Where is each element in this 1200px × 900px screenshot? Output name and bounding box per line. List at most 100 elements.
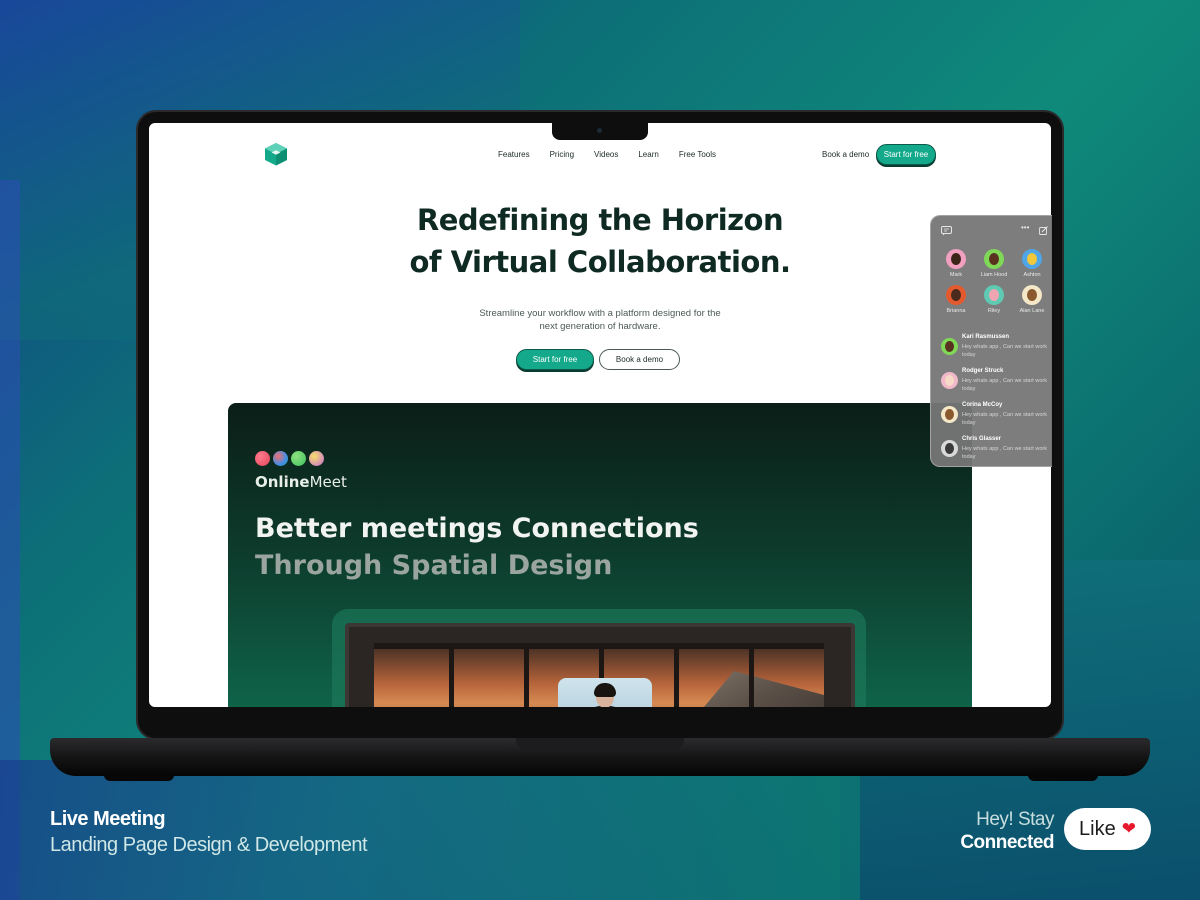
hero-subtitle: Streamline your workflow with a platform… [149, 307, 1051, 333]
chat-icon[interactable] [941, 226, 952, 238]
nav-item-features[interactable]: Features [498, 150, 530, 159]
hero-start-free-button[interactable]: Start for free [516, 349, 594, 370]
laptop-foot [1028, 775, 1098, 781]
laptop-foot [104, 775, 174, 781]
nav-item-free-tools[interactable]: Free Tools [679, 150, 716, 159]
hero-title-line1: Redefining the Horizon [416, 203, 784, 237]
like-button[interactable]: Like ❤ [1064, 808, 1151, 850]
message-preview: Hey whats app , Can we start work today [962, 411, 1047, 427]
laptop-screen: Features Pricing Videos Learn Free Tools… [149, 123, 1051, 707]
message-item[interactable]: Corina McCoy Hey whats app , Can we star… [941, 402, 1052, 436]
caption-hey: Hey! Stay [976, 809, 1054, 830]
avatar [941, 338, 958, 355]
avatar [984, 285, 1004, 305]
contact-avatar[interactable]: Liam Hood [975, 249, 1013, 278]
chat-panel: ••• Mark Liam Hood Ashton Brianna Riley … [930, 215, 1052, 467]
participant-hair [594, 683, 616, 697]
nav-item-videos[interactable]: Videos [594, 150, 618, 159]
message-preview: Hey whats app , Can we start work today [962, 377, 1047, 393]
hero-book-demo-button[interactable]: Book a demo [599, 349, 680, 370]
avatar-face [945, 375, 954, 386]
hero-title-line2: of Virtual Collaboration. [409, 245, 791, 279]
avatar-face [945, 409, 954, 420]
message-preview-line: Hey whats app , Can we start work [962, 344, 1047, 350]
contact-avatar[interactable]: Riley [975, 285, 1013, 314]
contact-avatars: Mark Liam Hood Ashton Brianna Riley Alan… [937, 249, 1051, 314]
window-mullion [449, 643, 454, 707]
message-item[interactable]: Chris Glasser Hey whats app , Can we sta… [941, 436, 1052, 466]
avatar [941, 372, 958, 389]
brand-dot [255, 451, 270, 466]
avatar-face [951, 289, 961, 301]
hero-title: Redefining the Horizon of Virtual Collab… [149, 199, 1051, 283]
avatar [1022, 285, 1042, 305]
nav-book-demo-link[interactable]: Book a demo [822, 150, 869, 159]
card-headline-line1: Better meetings Connections [255, 513, 699, 544]
contact-name: Mark [949, 272, 963, 278]
message-sender: Chris Glasser [962, 436, 1002, 442]
brand-name: OnlineMeet [255, 473, 347, 491]
contact-name: Brianna [946, 308, 966, 314]
contact-avatar[interactable]: Mark [937, 249, 975, 278]
nav-item-learn[interactable]: Learn [638, 150, 658, 159]
brand-dot [273, 451, 288, 466]
camera-notch [552, 123, 648, 140]
avatar-face [1027, 253, 1037, 265]
message-list: Kari Rasmussen Hey whats app , Can we st… [941, 334, 1052, 466]
edit-icon[interactable] [1039, 226, 1048, 237]
avatar-face [945, 443, 954, 454]
window-mullion [749, 643, 754, 707]
more-icon[interactable]: ••• [1021, 223, 1029, 232]
avatar [946, 249, 966, 269]
logo-cube-icon[interactable] [263, 141, 289, 167]
avatar [941, 440, 958, 457]
nav-start-free-button[interactable]: Start for free [876, 144, 936, 165]
message-preview-line: Hey whats app , Can we start work [962, 378, 1047, 384]
message-item[interactable]: Kari Rasmussen Hey whats app , Can we st… [941, 334, 1052, 368]
contact-name: Alan Lane [1019, 308, 1045, 314]
brand-name-bold: Online [255, 473, 310, 491]
message-item[interactable]: Rodger Struck Hey whats app , Can we sta… [941, 368, 1052, 402]
contact-name: Ashton [1023, 272, 1041, 278]
avatar-face [989, 253, 999, 265]
top-navigation: Features Pricing Videos Learn Free Tools [498, 150, 716, 159]
card-headline-line2: Through Spatial Design [255, 550, 613, 581]
window-mullion [524, 643, 529, 707]
avatar [1022, 249, 1042, 269]
like-label: Like [1079, 817, 1116, 840]
avatar-face [951, 253, 961, 265]
caption-subtitle: Landing Page Design & Development [50, 834, 368, 856]
contact-name: Riley [987, 308, 1001, 314]
avatar-face [989, 289, 999, 301]
window-mullion [674, 643, 679, 707]
laptop-hinge-groove [516, 738, 684, 750]
heart-icon: ❤ [1121, 819, 1136, 838]
brand-name-light: Meet [309, 473, 347, 491]
avatar [941, 406, 958, 423]
participant-video-tile[interactable] [558, 678, 652, 707]
message-sender: Rodger Struck [962, 368, 1004, 374]
message-sender: Corina McCoy [962, 402, 1003, 408]
feature-card: OnlineMeet Better meetings Connections T… [228, 403, 972, 707]
message-preview-line: today [962, 420, 976, 426]
brand-dot [291, 451, 306, 466]
camera-lens [597, 128, 602, 133]
caption-left: Live Meeting Landing Page Design & Devel… [50, 806, 368, 858]
message-preview-line: today [962, 454, 976, 460]
message-preview-line: Hey whats app , Can we start work [962, 446, 1047, 452]
brand-dots [255, 451, 324, 466]
hero-subtitle-text: Streamline your workflow with a platform… [479, 308, 721, 332]
avatar-face [1027, 289, 1037, 301]
contact-avatar[interactable]: Brianna [937, 285, 975, 314]
contact-avatar[interactable]: Alan Lane [1013, 285, 1051, 314]
nav-item-pricing[interactable]: Pricing [550, 150, 574, 159]
avatar [984, 249, 1004, 269]
message-preview-line: Hey whats app , Can we start work [962, 412, 1047, 418]
caption-connected: Connected [960, 832, 1054, 853]
message-preview-line: today [962, 386, 976, 392]
avatar-face [945, 341, 954, 352]
message-preview: Hey whats app , Can we start work today [962, 445, 1047, 461]
contact-avatar[interactable]: Ashton [1013, 249, 1051, 278]
avatar [946, 285, 966, 305]
chat-panel-header: ••• [941, 223, 1048, 238]
